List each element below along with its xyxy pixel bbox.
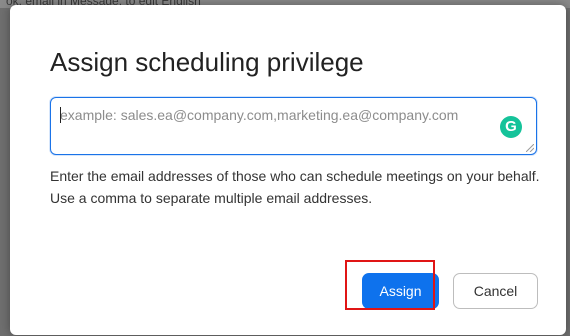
help-text: Enter the email addresses of those who c…: [50, 168, 540, 206]
resize-handle-icon[interactable]: [526, 144, 534, 152]
email-addresses-input[interactable]: [51, 98, 536, 154]
assign-scheduling-dialog: Assign scheduling privilege G Enter the …: [10, 5, 566, 335]
email-input-container: G: [50, 97, 537, 155]
dialog-title: Assign scheduling privilege: [50, 47, 364, 77]
cancel-button[interactable]: Cancel: [453, 273, 538, 309]
grammarly-icon[interactable]: G: [500, 116, 522, 138]
assign-highlight-box: [345, 260, 435, 310]
text-caret: [60, 107, 61, 123]
